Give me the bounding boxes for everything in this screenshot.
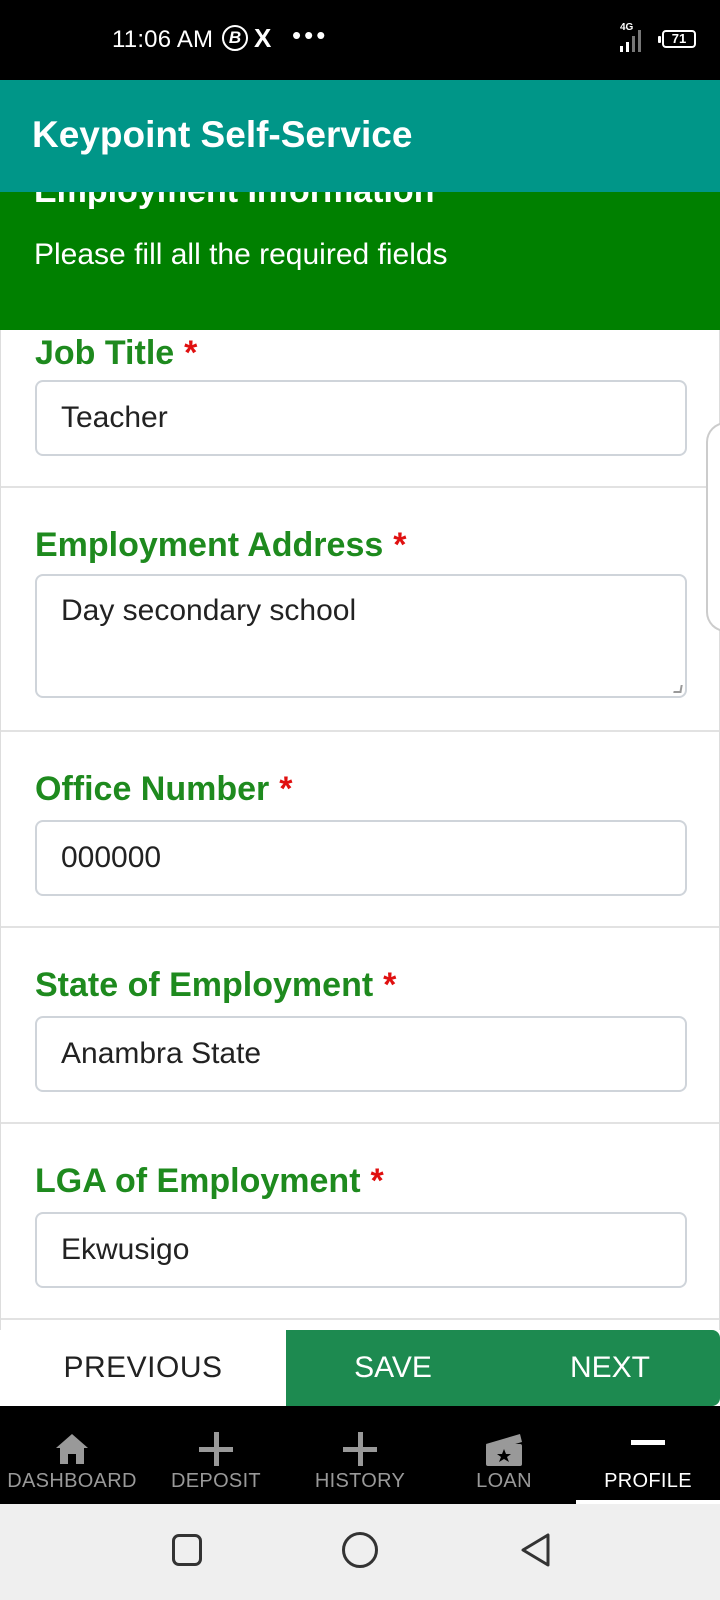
b-icon: B <box>222 25 248 51</box>
nav-label-history: HISTORY <box>314 1470 406 1492</box>
status-time: 11:06 AM <box>112 26 214 53</box>
state-of-employment-label: State of Employment <box>35 966 374 1004</box>
field-label: State of Employment * <box>35 966 396 1005</box>
resize-grip-icon[interactable] <box>673 685 683 693</box>
nav-label-loan: LOAN <box>476 1470 532 1492</box>
required-mark: * <box>370 1162 384 1200</box>
employment-address-textarea[interactable]: Day secondary school <box>35 574 687 698</box>
required-mark: * <box>184 334 198 372</box>
network-type: 4G <box>620 22 634 33</box>
signal-icon: 4G <box>620 22 648 52</box>
home-button-icon[interactable] <box>342 1532 378 1568</box>
nav-item-profile[interactable]: PROFILE <box>576 1406 720 1504</box>
nav-label-deposit: DEPOSIT <box>171 1470 261 1492</box>
field-job-title: Job Title * Teacher <box>1 330 719 488</box>
employment-form: Job Title * Teacher Employment Address * D… <box>0 330 720 1330</box>
system-nav-bar <box>0 1504 720 1600</box>
plus-icon <box>343 1432 377 1466</box>
field-lga-of-employment: LGA of Employment * Ekwusigo <box>1 1124 719 1320</box>
job-title-label: Job Title <box>35 334 175 372</box>
primary-action-group: SAVE NEXT <box>286 1330 720 1406</box>
section-subtitle: Please fill all the required fields <box>34 238 448 271</box>
lga-of-employment-label: LGA of Employment <box>35 1162 361 1200</box>
back-icon[interactable] <box>518 1532 554 1568</box>
app-title: Keypoint Self-Service <box>32 114 413 155</box>
required-mark: * <box>383 966 397 1004</box>
field-label: LGA of Employment * <box>35 1162 384 1201</box>
plus-icon <box>199 1432 233 1466</box>
bottom-nav: DASHBOARD DEPOSIT HISTORY LOAN PROFILE <box>0 1406 720 1504</box>
nav-item-deposit[interactable]: DEPOSIT <box>144 1406 288 1504</box>
field-state-of-employment: State of Employment * Anambra State <box>1 928 719 1124</box>
job-title-input[interactable]: Teacher <box>35 380 687 456</box>
nav-item-dashboard[interactable]: DASHBOARD <box>0 1406 144 1504</box>
required-mark: * <box>393 526 407 564</box>
nav-item-loan[interactable]: LOAN <box>432 1406 576 1504</box>
nav-label-profile: PROFILE <box>604 1470 692 1492</box>
home-icon <box>56 1434 88 1464</box>
office-number-input[interactable]: 000000 <box>35 820 687 896</box>
x-icon: X <box>254 23 272 53</box>
employment-address-value: Day secondary school <box>61 594 357 627</box>
required-mark: * <box>279 770 293 808</box>
state-of-employment-input[interactable]: Anambra State <box>35 1016 687 1092</box>
next-button[interactable]: NEXT <box>500 1330 720 1406</box>
employment-address-label: Employment Address <box>35 526 384 564</box>
recent-apps-icon[interactable] <box>172 1534 202 1566</box>
field-office-number: Office Number * 000000 <box>1 732 719 928</box>
field-label: Employment Address * <box>35 526 407 565</box>
battery-icon: 71 <box>658 30 696 48</box>
nav-label-dashboard: DASHBOARD <box>7 1470 137 1492</box>
lga-of-employment-input[interactable]: Ekwusigo <box>35 1212 687 1288</box>
form-action-bar: PREVIOUS SAVE NEXT <box>0 1330 720 1406</box>
loan-card-icon <box>486 1434 522 1466</box>
field-label: Job Title * <box>35 334 197 373</box>
app-bar: Keypoint Self-Service <box>0 80 720 192</box>
more-notifications-icon: ••• <box>292 20 329 50</box>
office-number-label: Office Number <box>35 770 270 808</box>
side-drawer-handle[interactable] <box>706 422 720 632</box>
minus-icon <box>631 1440 665 1445</box>
field-employment-address: Employment Address * Day secondary school <box>1 488 719 732</box>
previous-button[interactable]: PREVIOUS <box>0 1330 286 1406</box>
save-button[interactable]: SAVE <box>286 1330 500 1406</box>
nav-item-history[interactable]: HISTORY <box>288 1406 432 1504</box>
status-bar: 11:06 AM B X ••• 4G 71 <box>0 0 720 80</box>
field-label: Office Number * <box>35 770 293 809</box>
